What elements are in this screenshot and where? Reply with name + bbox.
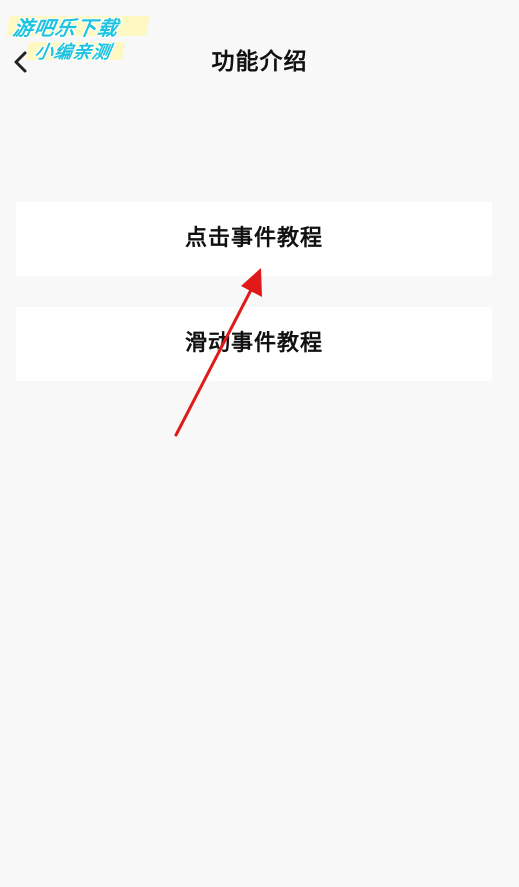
navigation-bar: 功能介绍 (0, 30, 519, 94)
menu-item-swipe-tutorial[interactable]: 滑动事件教程 (16, 307, 492, 381)
annotation-arrow (174, 268, 262, 437)
menu-item-label: 点击事件教程 (184, 226, 323, 251)
menu-item-label: 滑动事件教程 (184, 331, 323, 356)
page-title: 功能介绍 (211, 49, 308, 75)
menu-item-click-tutorial[interactable]: 点击事件教程 (16, 202, 492, 276)
app-screen: 游吧乐下载 小编亲测 功能介绍 点击事件教程 滑动事件教程 (0, 0, 519, 887)
